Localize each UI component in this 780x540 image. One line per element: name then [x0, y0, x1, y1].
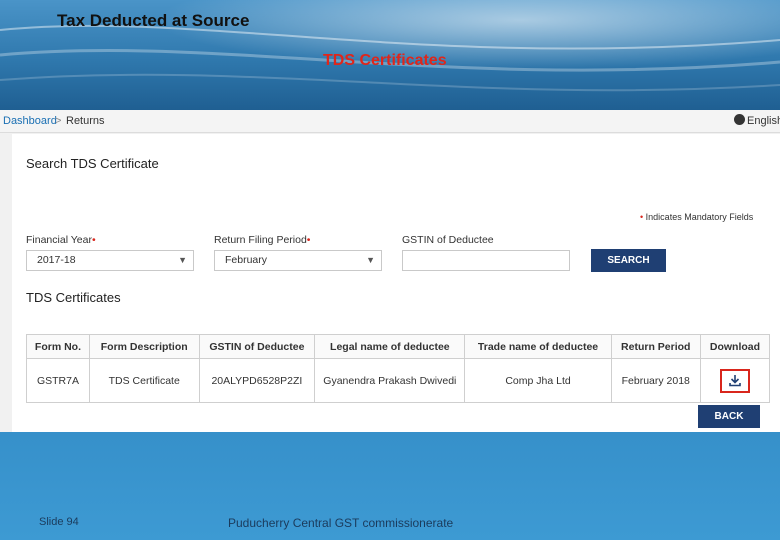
financial-year-label-text: Financial Year — [26, 234, 92, 246]
financial-year-value: 2017-18 — [37, 254, 76, 266]
financial-year-label: Financial Year• — [26, 234, 96, 246]
certificates-section-title: TDS Certificates — [26, 290, 121, 305]
column-header: Form No. — [26, 334, 90, 359]
search-section-title: Search TDS Certificate — [26, 156, 159, 171]
breadcrumb: Dashboard > Returns English — [0, 110, 780, 133]
column-header: Trade name of deductee — [464, 334, 612, 359]
mandatory-note: • Indicates Mandatory Fields — [640, 212, 753, 222]
download-icon — [729, 374, 741, 386]
mandatory-note-text: Indicates Mandatory Fields — [645, 212, 754, 222]
return-period-cell: February 2018 — [610, 358, 701, 403]
certificates-table: Form No. Form Description GSTIN of Deduc… — [26, 334, 771, 403]
main-panel: Search TDS Certificate • Indicates Manda… — [12, 134, 780, 432]
slide-footer: Puducherry Central GST commissionerate — [228, 516, 454, 530]
gstin-label: GSTIN of Deductee — [402, 234, 494, 246]
column-header: Form Description — [88, 334, 200, 359]
language-selector[interactable]: English — [734, 110, 780, 133]
required-star: • — [306, 234, 311, 246]
return-period-value: February — [225, 254, 268, 266]
slide-title: Tax Deducted at Source — [57, 11, 250, 30]
breadcrumb-separator: > — [55, 115, 62, 127]
column-header: Legal name of deductee — [314, 334, 466, 359]
column-header: GSTIN of Deductee — [198, 334, 316, 359]
table-header-row: Form No. Form Description GSTIN of Deduc… — [26, 334, 771, 359]
download-cell — [699, 358, 771, 403]
financial-year-select[interactable]: 2017-18 ▼ — [26, 250, 194, 271]
trade-name-cell: Comp Jha Ltd — [464, 358, 612, 403]
download-button[interactable] — [719, 368, 750, 393]
gstin-input[interactable] — [402, 250, 570, 271]
language-label: English — [747, 115, 780, 127]
form-description-cell: TDS Certificate — [88, 358, 200, 403]
slide-subtitle: TDS Certificates — [323, 52, 447, 69]
gstin-cell: 20ALYPD6528P2ZI — [198, 358, 316, 403]
back-button[interactable]: BACK — [698, 405, 760, 428]
chevron-down-icon: ▼ — [178, 255, 187, 265]
return-period-label-text: Return Filing Period — [214, 234, 307, 246]
column-header: Return Period — [610, 334, 701, 359]
column-header: Download — [699, 334, 771, 359]
slide-number: Slide 94 — [39, 516, 79, 528]
return-period-label: Return Filing Period• — [214, 234, 310, 246]
breadcrumb-returns: Returns — [66, 115, 105, 127]
return-period-select[interactable]: February ▼ — [214, 250, 382, 271]
search-button[interactable]: SEARCH — [591, 249, 666, 272]
slide-header: Tax Deducted at Source TDS Certificates — [0, 0, 780, 110]
required-star: • — [640, 212, 644, 222]
portal-screenshot: Dashboard > Returns English Search TDS C… — [0, 110, 780, 432]
chevron-down-icon: ▼ — [366, 255, 375, 265]
legal-name-cell: Gyanendra Prakash Dwivedi — [314, 358, 466, 403]
breadcrumb-dashboard-link[interactable]: Dashboard — [3, 110, 57, 133]
form-no-cell: GSTR7A — [26, 358, 90, 403]
globe-icon — [734, 114, 745, 125]
required-star: • — [91, 234, 96, 246]
table-row: GSTR7A TDS Certificate 20ALYPD6528P2ZI G… — [26, 358, 771, 403]
